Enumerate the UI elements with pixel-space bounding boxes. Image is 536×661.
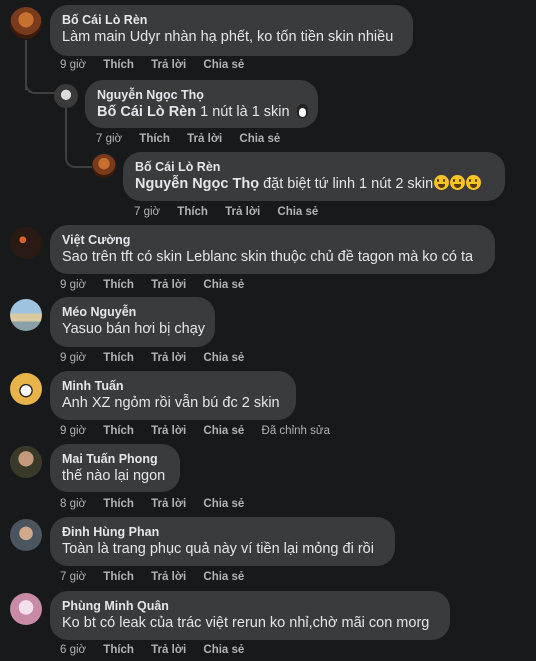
reply-button[interactable]: Trả lời — [151, 644, 186, 656]
comment-author[interactable]: Méo Nguyễn — [62, 304, 203, 320]
comment-author[interactable]: Đinh Hùng Phan — [62, 524, 383, 540]
comment-actions: 7 giờ Thích Trả lời Chia sẻ — [60, 571, 258, 583]
comment-text: Ko bt có leak của trác việt rerun ko nhỉ… — [62, 615, 430, 631]
comment-text: thế nào lại ngon — [62, 468, 166, 484]
comment-text: Sao trên tft có skin Leblanc skin thuộc … — [62, 249, 474, 265]
comment-time[interactable]: 9 giờ — [60, 425, 86, 437]
share-button[interactable]: Chia sẻ — [203, 279, 244, 291]
avatar[interactable] — [10, 7, 42, 39]
comment-actions: 6 giờ Thích Trả lời Chia sẻ — [60, 644, 258, 656]
share-button[interactable]: Chia sẻ — [239, 133, 280, 145]
mention-link[interactable]: Nguyễn Ngọc Thọ — [135, 176, 259, 192]
reply-button[interactable]: Trả lời — [187, 133, 222, 145]
comment-author[interactable]: Bố Cái Lò Rèn — [135, 159, 493, 175]
comment-text-body: 1 nút là 1 skin — [196, 104, 294, 120]
comment-text-body: đặt biệt tứ linh 1 nút 2 skin — [259, 176, 434, 192]
like-button[interactable]: Thích — [177, 206, 208, 218]
avatar[interactable] — [10, 373, 42, 405]
comment-actions: 7 giờ Thích Trả lời Chia sẻ — [96, 133, 294, 145]
comment-time[interactable]: 9 giờ — [60, 59, 86, 71]
share-button[interactable]: Chia sẻ — [203, 425, 244, 437]
tongue-emoji-icon — [434, 175, 450, 190]
avatar[interactable] — [10, 446, 42, 478]
thread-connector-curve — [25, 40, 55, 94]
like-button[interactable]: Thích — [103, 59, 134, 71]
comment-bubble: Minh Tuấn Anh XZ ngỏm rồi vẫn bú đc 2 sk… — [50, 371, 296, 420]
like-button[interactable]: Thích — [103, 425, 134, 437]
reply-button[interactable]: Trả lời — [151, 425, 186, 437]
avatar[interactable] — [10, 299, 42, 331]
comment-text: Làm main Udyr nhàn hạ phết, ko tốn tiền … — [62, 29, 394, 45]
like-button[interactable]: Thích — [103, 571, 134, 583]
comment-time[interactable]: 6 giờ — [60, 644, 86, 656]
share-button[interactable]: Chia sẻ — [203, 498, 244, 510]
avatar[interactable] — [92, 154, 116, 178]
comment-bubble: Nguyễn Ngọc Thọ Bố Cái Lò Rèn 1 nút là 1… — [85, 80, 318, 128]
avatar[interactable] — [10, 519, 42, 551]
comment-text: Bố Cái Lò Rèn 1 nút là 1 skin — [97, 103, 308, 122]
avatar[interactable] — [54, 84, 78, 108]
edited-label: Đã chỉnh sửa — [261, 425, 330, 437]
reply-button[interactable]: Trả lời — [151, 352, 186, 364]
comment-author[interactable]: Bố Cái Lò Rèn — [62, 12, 401, 28]
comment-bubble: Đinh Hùng Phan Toàn là trang phục quả nà… — [50, 517, 395, 566]
like-button[interactable]: Thích — [139, 133, 170, 145]
comment-text: Nguyễn Ngọc Thọ đặt biệt tứ linh 1 nút 2… — [135, 175, 493, 194]
reply-button[interactable]: Trả lời — [151, 571, 186, 583]
comment-author[interactable]: Nguyễn Ngọc Thọ — [97, 87, 306, 103]
tongue-emoji-icon — [466, 175, 482, 190]
tongue-emoji-icon — [450, 175, 466, 190]
comment-time[interactable]: 7 giờ — [60, 571, 86, 583]
share-button[interactable]: Chia sẻ — [203, 59, 244, 71]
comment-bubble: Việt Cường Sao trên tft có skin Leblanc … — [50, 225, 495, 274]
comment-actions: 9 giờ Thích Trả lời Chia sẻ Đã chỉnh sửa — [60, 425, 344, 437]
comment-time[interactable]: 7 giờ — [96, 133, 122, 145]
reply-button[interactable]: Trả lời — [151, 279, 186, 291]
comment-text: Yasuo bán hơi bị chạy — [62, 321, 206, 337]
like-button[interactable]: Thích — [103, 498, 134, 510]
penguin-emoji-icon — [296, 104, 308, 118]
comment-time[interactable]: 7 giờ — [134, 206, 160, 218]
like-button[interactable]: Thích — [103, 644, 134, 656]
comment-author[interactable]: Phùng Minh Quân — [62, 598, 438, 614]
comment-time[interactable]: 9 giờ — [60, 352, 86, 364]
comment-author[interactable]: Minh Tuấn — [62, 378, 284, 394]
reply-button[interactable]: Trả lời — [225, 206, 260, 218]
comment-author[interactable]: Mai Tuấn Phong — [62, 451, 168, 467]
avatar[interactable] — [10, 227, 42, 259]
comment-actions: 9 giờ Thích Trả lời Chia sẻ — [60, 352, 258, 364]
share-button[interactable]: Chia sẻ — [203, 644, 244, 656]
avatar[interactable] — [10, 593, 42, 625]
comment-bubble: Bố Cái Lò Rèn Làm main Udyr nhàn hạ phết… — [50, 5, 413, 56]
share-button[interactable]: Chia sẻ — [203, 571, 244, 583]
share-button[interactable]: Chia sẻ — [203, 352, 244, 364]
like-button[interactable]: Thích — [103, 352, 134, 364]
reply-button[interactable]: Trả lời — [151, 59, 186, 71]
comment-actions: 7 giờ Thích Trả lời Chia sẻ — [134, 206, 332, 218]
like-button[interactable]: Thích — [103, 279, 134, 291]
comment-text: Anh XZ ngỏm rồi vẫn bú đc 2 skin — [62, 395, 280, 411]
comment-bubble: Mai Tuấn Phong thế nào lại ngon — [50, 444, 180, 492]
share-button[interactable]: Chia sẻ — [277, 206, 318, 218]
comment-bubble: Phùng Minh Quân Ko bt có leak của trác v… — [50, 591, 450, 640]
comment-bubble: Méo Nguyễn Yasuo bán hơi bị chạy — [50, 297, 215, 347]
comment-time[interactable]: 8 giờ — [60, 498, 86, 510]
comment-actions: 8 giờ Thích Trả lời Chia sẻ — [60, 498, 258, 510]
comment-actions: 9 giờ Thích Trả lời Chia sẻ — [60, 279, 258, 291]
comment-actions: 9 giờ Thích Trả lời Chia sẻ — [60, 59, 258, 71]
comment-text: Toàn là trang phục quả này ví tiền lại m… — [62, 541, 374, 557]
mention-link[interactable]: Bố Cái Lò Rèn — [97, 104, 196, 120]
comment-bubble: Bố Cái Lò Rèn Nguyễn Ngọc Thọ đặt biệt t… — [123, 152, 505, 201]
reply-button[interactable]: Trả lời — [151, 498, 186, 510]
comment-author[interactable]: Việt Cường — [62, 232, 483, 248]
comment-time[interactable]: 9 giờ — [60, 279, 86, 291]
